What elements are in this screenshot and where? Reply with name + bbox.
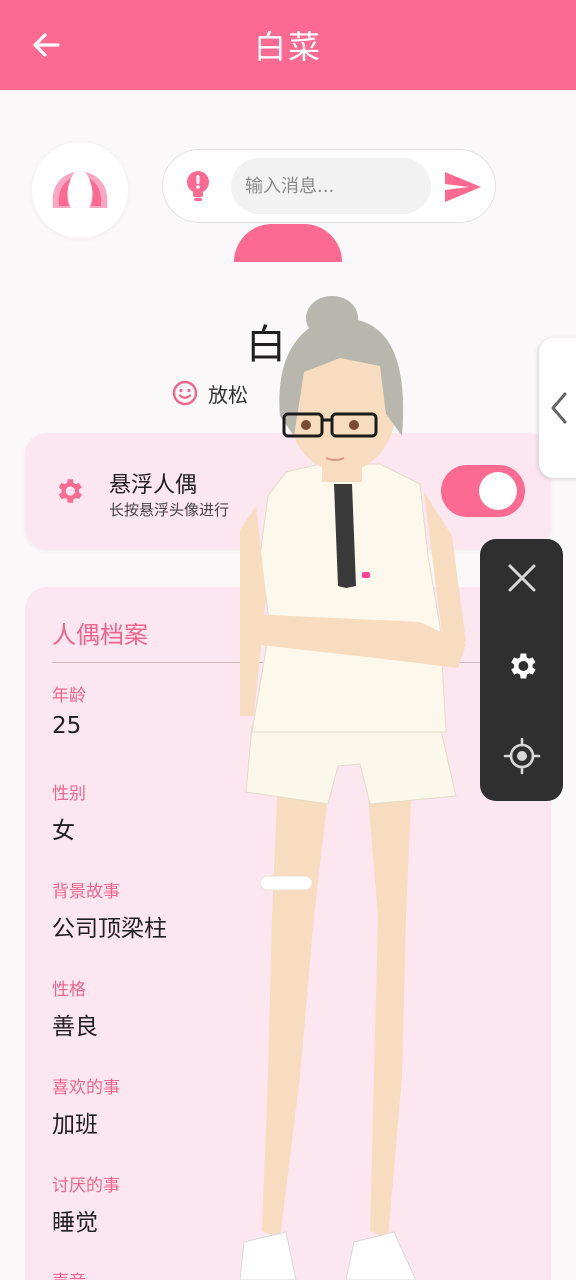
crosshair-icon — [503, 737, 541, 775]
doll-detail-screen: 白菜 白 放松 ) — [0, 0, 576, 1280]
settings-button[interactable] — [501, 645, 543, 687]
close-icon — [508, 564, 536, 592]
field-label-age: 年龄 — [52, 686, 86, 706]
field-value-backstory: 公司顶梁柱 — [52, 916, 167, 942]
field-value-dislikes: 睡觉 — [52, 1210, 98, 1236]
pull-tab[interactable] — [234, 224, 342, 262]
app-logo[interactable] — [32, 142, 128, 238]
profile-title: 人偶档案 — [52, 621, 148, 649]
field-value-likes: 加班 — [52, 1112, 98, 1138]
field-label-dislikes: 讨厌的事 — [52, 1176, 120, 1196]
app-header: 白菜 — [0, 0, 576, 90]
field-label-voice: 声音 — [52, 1267, 86, 1280]
arrow-left-icon — [33, 33, 60, 57]
side-drawer-handle[interactable] — [539, 338, 576, 478]
toggle-knob — [479, 472, 517, 510]
field-label-personality: 性格 — [52, 980, 86, 1000]
gear-icon — [58, 479, 82, 503]
message-input[interactable] — [231, 158, 431, 214]
field-value-personality: 善良 — [52, 1014, 98, 1040]
doll-control-panel — [480, 539, 563, 801]
floating-doll-hint: 长按悬浮头像进行 — [109, 501, 230, 519]
field-value-gender: 女 — [52, 818, 75, 844]
mood-status: 放松 — [172, 376, 248, 410]
field-label-backstory: 背景故事 — [52, 882, 120, 902]
floating-doll-title: 悬浮人偶 — [109, 473, 198, 498]
locate-button[interactable] — [501, 735, 543, 777]
back-button[interactable] — [26, 25, 66, 65]
lightbulb-icon[interactable] — [183, 170, 213, 202]
page-title: 白菜 — [253, 28, 322, 66]
send-icon[interactable] — [443, 170, 483, 204]
close-button[interactable] — [501, 557, 543, 599]
bunny-ears-logo-icon — [52, 172, 108, 208]
field-value-age: 25 — [52, 713, 82, 739]
field-label-gender: 性别 — [52, 784, 86, 804]
chevron-left-icon — [551, 392, 567, 424]
field-label-likes: 喜欢的事 — [52, 1078, 120, 1098]
smile-icon — [172, 380, 198, 406]
chat-bar — [162, 149, 496, 223]
gear-icon — [511, 653, 536, 679]
floating-doll-figure[interactable] — [240, 296, 480, 1280]
